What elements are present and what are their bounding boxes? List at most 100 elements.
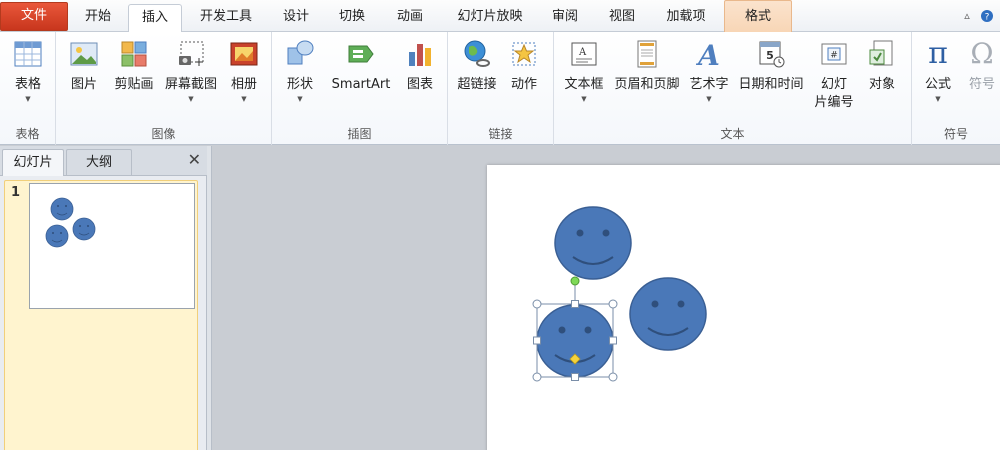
screenshot-icon [175, 38, 207, 70]
tab-file[interactable]: 文件 [0, 2, 68, 31]
object-label: 对象 [868, 77, 895, 92]
resize-handle-se[interactable] [608, 372, 618, 382]
symbol-button[interactable]: Ω 符号 [964, 38, 1000, 94]
date-time-button[interactable]: 5 日期和时间 [734, 38, 808, 94]
date-time-label: 日期和时间 [738, 77, 804, 92]
rotate-handle[interactable] [570, 276, 580, 286]
table-button[interactable]: 表格 ▼ [8, 38, 48, 104]
group-label-table: 表格 [15, 127, 40, 141]
resize-handle-sw[interactable] [532, 372, 542, 382]
globe-link-icon [461, 38, 493, 70]
svg-text:5: 5 [766, 49, 774, 62]
slide-thumbnail[interactable] [29, 183, 195, 309]
help-icon[interactable]: ? [980, 9, 994, 23]
clipart-button[interactable]: 剪贴画 [108, 38, 160, 94]
smiley-shape-selected[interactable] [536, 304, 614, 378]
object-button[interactable]: 对象 [860, 38, 904, 94]
picture-label: 图片 [70, 77, 97, 92]
object-icon [866, 38, 898, 70]
photo-album-icon [228, 38, 260, 70]
album-button[interactable]: 相册 ▼ [224, 38, 264, 104]
pi-icon: π [928, 36, 948, 71]
tab-addins[interactable]: 加载项 [652, 4, 720, 32]
screenshot-label: 屏幕截图 [164, 77, 217, 92]
wordart-button[interactable]: A 艺术字 ▼ [686, 38, 732, 104]
tab-transitions[interactable]: 切换 [326, 4, 378, 32]
group-text: A 文本框 ▼ 页眉和页脚 A 艺术字 ▼ 5 日期和时间 # 幻灯 片编号 对… [554, 32, 912, 145]
ribbon-insert: 表格 ▼ 表格 图片 剪贴画 屏幕截图 ▼ 相册 ▼ 图像 形状 ▼ Smart… [0, 32, 1000, 145]
chevron-down-icon: ▼ [241, 95, 247, 103]
resize-handle-e[interactable] [609, 336, 617, 345]
shapes-button[interactable]: 形状 ▼ [280, 38, 320, 104]
clipart-icon [118, 38, 150, 70]
tab-review[interactable]: 审阅 [540, 4, 590, 32]
tab-insert[interactable]: 插入 [128, 4, 182, 33]
tab-developer[interactable]: 开发工具 [186, 4, 266, 32]
slide-number-label-1: 幻灯 [820, 77, 847, 92]
group-images: 图片 剪贴画 屏幕截图 ▼ 相册 ▼ 图像 [56, 32, 272, 145]
tab-slideshow[interactable]: 幻灯片放映 [442, 4, 538, 32]
group-table: 表格 ▼ 表格 [0, 32, 56, 145]
resize-handle-w[interactable] [533, 336, 541, 345]
smartart-label: SmartArt [331, 77, 391, 92]
group-label-images: 图像 [151, 127, 176, 141]
resize-handle-ne[interactable] [608, 299, 618, 309]
slide-canvas[interactable] [487, 165, 1000, 450]
slide-number-button[interactable]: # 幻灯 片编号 [810, 38, 858, 112]
omega-icon: Ω [970, 37, 994, 70]
header-footer-button[interactable]: 页眉和页脚 [610, 38, 684, 94]
symbol-label: 符号 [968, 77, 995, 92]
panel-tabs: 幻灯片 大纲 ✕ [0, 146, 207, 176]
equation-label: 公式 [924, 77, 951, 92]
calendar-clock-icon: 5 [755, 38, 787, 70]
group-label-links: 链接 [488, 127, 513, 141]
svg-text:?: ? [985, 13, 990, 23]
smiley-shape-right[interactable] [629, 277, 707, 351]
group-label-symbols: 符号 [943, 127, 968, 141]
chevron-down-icon: ▼ [297, 95, 303, 103]
resize-handle-nw[interactable] [532, 299, 542, 309]
minimize-ribbon-icon[interactable]: ▵ [960, 9, 974, 23]
close-icon[interactable]: ✕ [188, 150, 201, 169]
resize-handle-s[interactable] [571, 373, 579, 381]
chart-button[interactable]: 图表 [400, 38, 440, 94]
picture-button[interactable]: 图片 [64, 38, 104, 94]
textbox-icon: A [568, 38, 600, 70]
tab-animations[interactable]: 动画 [384, 4, 436, 32]
slide-number: 1 [11, 185, 21, 200]
action-label: 动作 [510, 77, 537, 92]
chevron-down-icon: ▼ [25, 95, 31, 103]
star-action-icon [508, 38, 540, 70]
svg-text:#: # [830, 51, 838, 61]
textbox-button[interactable]: A 文本框 ▼ [558, 38, 610, 104]
group-illustrations: 形状 ▼ SmartArt 图表 插图 [272, 32, 448, 145]
smiley-shape-top[interactable] [554, 206, 632, 280]
group-label-illustrations: 插图 [347, 127, 372, 141]
textbox-label: 文本框 [564, 77, 604, 92]
smartart-button[interactable]: SmartArt [324, 38, 398, 94]
chart-label: 图表 [406, 77, 433, 92]
tab-home[interactable]: 开始 [72, 4, 124, 32]
thumb-smiley-3 [72, 217, 96, 241]
group-label-text: 文本 [720, 127, 745, 141]
slide-thumbnail-item[interactable]: 1 [4, 180, 198, 450]
tab-outline[interactable]: 大纲 [66, 149, 132, 176]
wordart-icon: A [693, 38, 725, 70]
tab-view[interactable]: 视图 [596, 4, 648, 32]
clipart-label: 剪贴画 [114, 77, 154, 92]
tab-format[interactable]: 格式 [724, 0, 792, 32]
svg-text:A: A [695, 39, 720, 70]
tab-slides[interactable]: 幻灯片 [2, 149, 64, 176]
resize-handle-n[interactable] [571, 300, 579, 308]
shapes-label: 形状 [286, 77, 313, 92]
screenshot-button[interactable]: 屏幕截图 ▼ [160, 38, 222, 104]
bar-chart-icon [404, 38, 436, 70]
equation-button[interactable]: π 公式 ▼ [918, 38, 958, 104]
chevron-down-icon: ▼ [581, 95, 587, 103]
tab-design[interactable]: 设计 [272, 4, 320, 32]
hyperlink-button[interactable]: 超链接 [454, 38, 500, 94]
album-label: 相册 [230, 77, 257, 92]
slide-number-icon: # [818, 38, 850, 70]
group-symbols: π 公式 ▼ Ω 符号 符号 [912, 32, 1000, 145]
action-button[interactable]: 动作 [504, 38, 544, 94]
